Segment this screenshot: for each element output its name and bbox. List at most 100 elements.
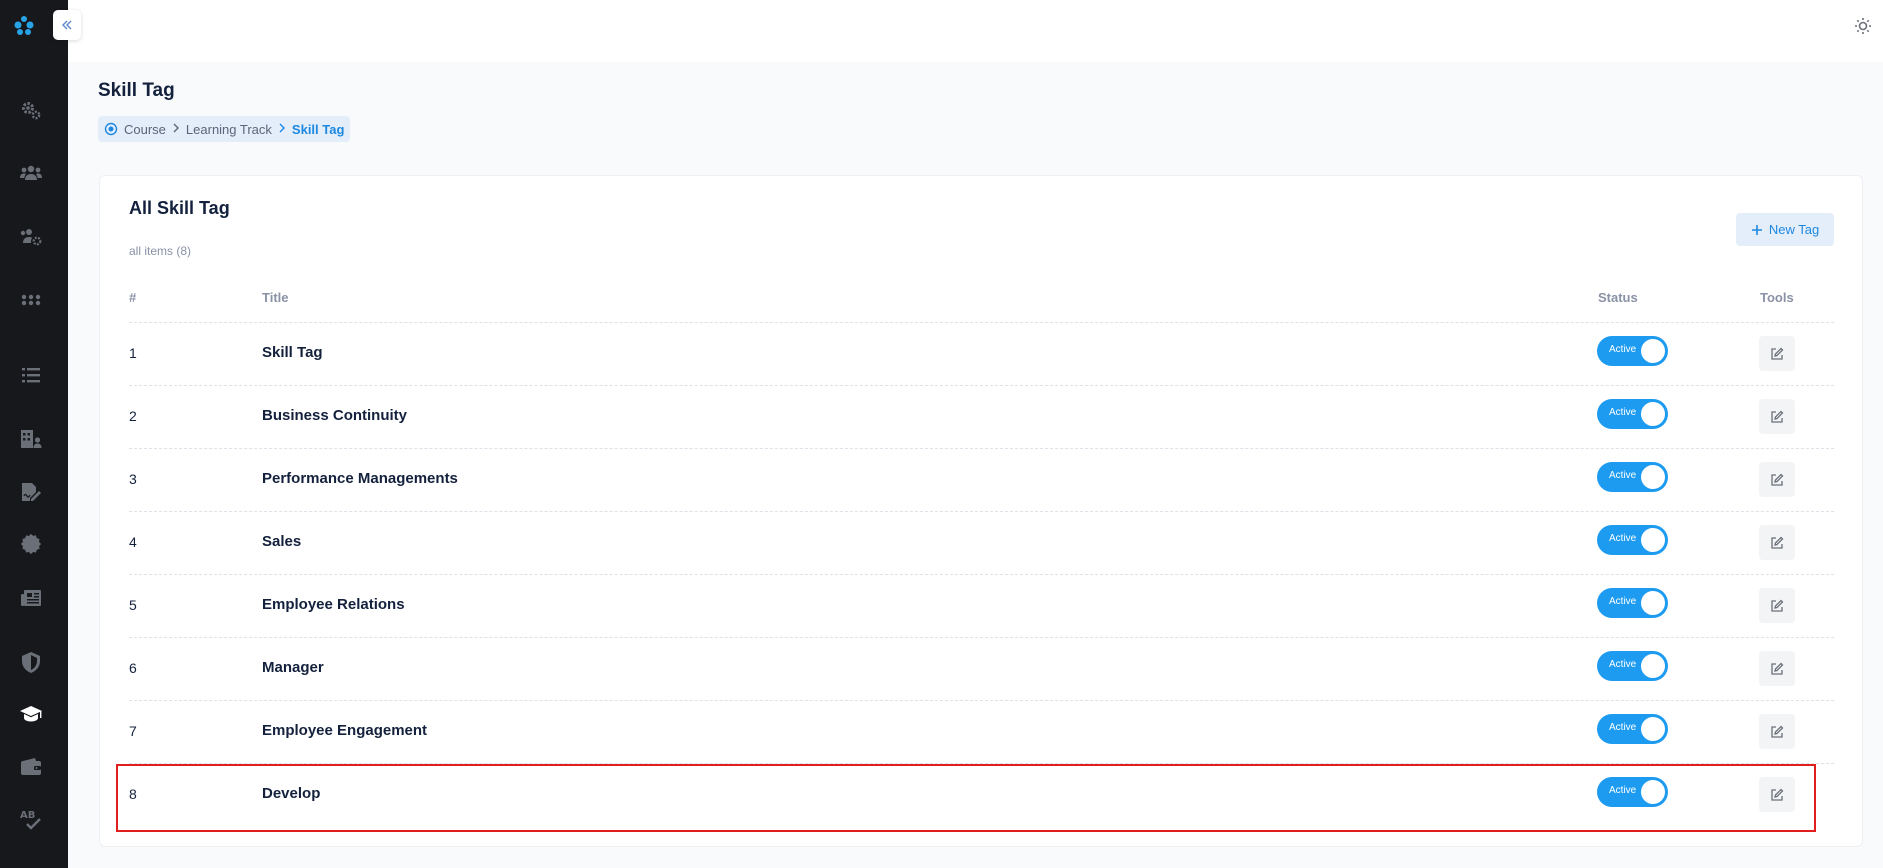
edit-icon <box>1770 788 1784 802</box>
svg-text:AB: AB <box>20 810 35 821</box>
users-icon[interactable] <box>18 160 44 186</box>
edit-button[interactable] <box>1759 525 1795 560</box>
status-label: Active <box>1609 722 1637 733</box>
row-number: 5 <box>129 597 137 613</box>
status-label: Active <box>1609 407 1637 418</box>
toggle-knob <box>1641 591 1665 615</box>
edit-icon <box>1770 662 1784 676</box>
table-row: 7 Employee Engagement Active <box>129 700 1834 763</box>
row-title: Employee Engagement <box>262 722 428 739</box>
status-toggle[interactable]: Active <box>1597 525 1668 555</box>
status-toggle[interactable]: Active <box>1597 336 1668 366</box>
toggle-knob <box>1641 339 1665 363</box>
row-title: Develop <box>262 785 321 802</box>
file-signature-icon[interactable] <box>18 479 44 505</box>
status-toggle[interactable]: Active <box>1597 588 1668 618</box>
top-header <box>68 0 1883 62</box>
table-row: 8 Develop Active <box>129 763 1834 826</box>
toggle-knob <box>1641 654 1665 678</box>
sidebar-collapse-button[interactable] <box>53 10 81 40</box>
new-tag-button[interactable]: New Tag <box>1736 213 1834 246</box>
sun-icon[interactable] <box>1850 13 1876 39</box>
edit-button[interactable] <box>1759 714 1795 749</box>
status-toggle[interactable]: Active <box>1597 714 1668 744</box>
status-label: Active <box>1609 785 1637 796</box>
spellcheck-icon[interactable]: AB <box>18 806 44 832</box>
page-title: Skill Tag <box>98 80 175 101</box>
row-number: 7 <box>129 723 137 739</box>
edit-button[interactable] <box>1759 462 1795 497</box>
edit-icon <box>1770 473 1784 487</box>
status-toggle[interactable]: Active <box>1597 651 1668 681</box>
column-header-tools: Tools <box>1760 290 1794 305</box>
status-label: Active <box>1609 533 1637 544</box>
breadcrumb-skill-tag: Skill Tag <box>291 121 345 137</box>
breadcrumb-learning-track[interactable]: Learning Track <box>186 122 272 137</box>
row-title: Business Continuity <box>262 407 408 424</box>
users-cog-icon[interactable] <box>18 224 44 250</box>
toggle-knob <box>1641 717 1665 741</box>
sidebar: AB <box>0 0 68 868</box>
edit-button[interactable] <box>1759 336 1795 371</box>
skill-tag-card: All Skill Tag all items (8) New Tag # Ti… <box>99 175 1863 847</box>
status-label: Active <box>1609 344 1637 355</box>
row-title: Sales <box>262 533 302 550</box>
row-number: 6 <box>129 660 137 676</box>
items-count: all items (8) <box>129 244 192 258</box>
table-row: 6 Manager Active <box>129 637 1834 700</box>
table-row: 5 Employee Relations Active <box>129 574 1834 637</box>
target-icon <box>104 122 118 136</box>
new-tag-label: New Tag <box>1768 222 1820 237</box>
toggle-knob <box>1641 402 1665 426</box>
edit-icon <box>1770 347 1784 361</box>
list-icon[interactable] <box>18 362 44 388</box>
newspaper-icon[interactable] <box>18 585 44 611</box>
breadcrumb: Course Learning Track Skill Tag <box>98 116 351 142</box>
app-logo-icon[interactable] <box>12 14 36 38</box>
row-title: Performance Managements <box>262 470 458 487</box>
status-toggle[interactable]: Active <box>1597 462 1668 492</box>
double-chevron-left-icon <box>62 20 72 30</box>
status-label: Active <box>1609 470 1637 481</box>
chevron-right-icon <box>172 123 180 136</box>
edit-button[interactable] <box>1759 399 1795 434</box>
wallet-icon[interactable] <box>18 754 44 780</box>
card-title: All Skill Tag <box>129 198 230 218</box>
status-toggle[interactable]: Active <box>1597 399 1668 429</box>
badge-icon[interactable] <box>18 531 44 557</box>
row-number: 3 <box>129 471 137 487</box>
row-number: 2 <box>129 408 137 424</box>
table-row: 2 Business Continuity Active <box>129 385 1834 448</box>
row-title: Skill Tag <box>262 344 323 361</box>
toggle-knob <box>1641 465 1665 489</box>
edit-icon <box>1770 599 1784 613</box>
column-header-status[interactable]: Status <box>1598 290 1638 305</box>
toggle-knob <box>1641 528 1665 552</box>
edit-icon <box>1770 725 1784 739</box>
status-toggle[interactable]: Active <box>1597 777 1668 807</box>
breadcrumb-course[interactable]: Course <box>124 122 166 137</box>
status-label: Active <box>1609 596 1637 607</box>
row-title: Manager <box>262 659 324 676</box>
edit-button[interactable] <box>1759 651 1795 686</box>
edit-icon <box>1770 410 1784 424</box>
chevron-right-icon <box>278 123 286 136</box>
plus-icon <box>1751 224 1762 235</box>
status-label: Active <box>1609 659 1637 670</box>
row-title: Employee Relations <box>262 596 405 613</box>
graduation-cap-icon[interactable] <box>18 701 44 727</box>
grid-dots-icon[interactable] <box>18 287 44 313</box>
table-row: 1 Skill Tag Active <box>129 322 1834 385</box>
shield-icon[interactable] <box>18 649 44 675</box>
building-user-icon[interactable] <box>18 426 44 452</box>
column-header-title[interactable]: Title <box>262 290 289 305</box>
gears-icon[interactable] <box>18 97 44 123</box>
column-header-num: # <box>129 290 137 305</box>
row-number: 1 <box>129 345 137 361</box>
edit-icon <box>1770 536 1784 550</box>
toggle-knob <box>1641 780 1665 804</box>
row-number: 4 <box>129 534 137 550</box>
table-row: 4 Sales Active <box>129 511 1834 574</box>
edit-button[interactable] <box>1759 777 1795 812</box>
edit-button[interactable] <box>1759 588 1795 623</box>
